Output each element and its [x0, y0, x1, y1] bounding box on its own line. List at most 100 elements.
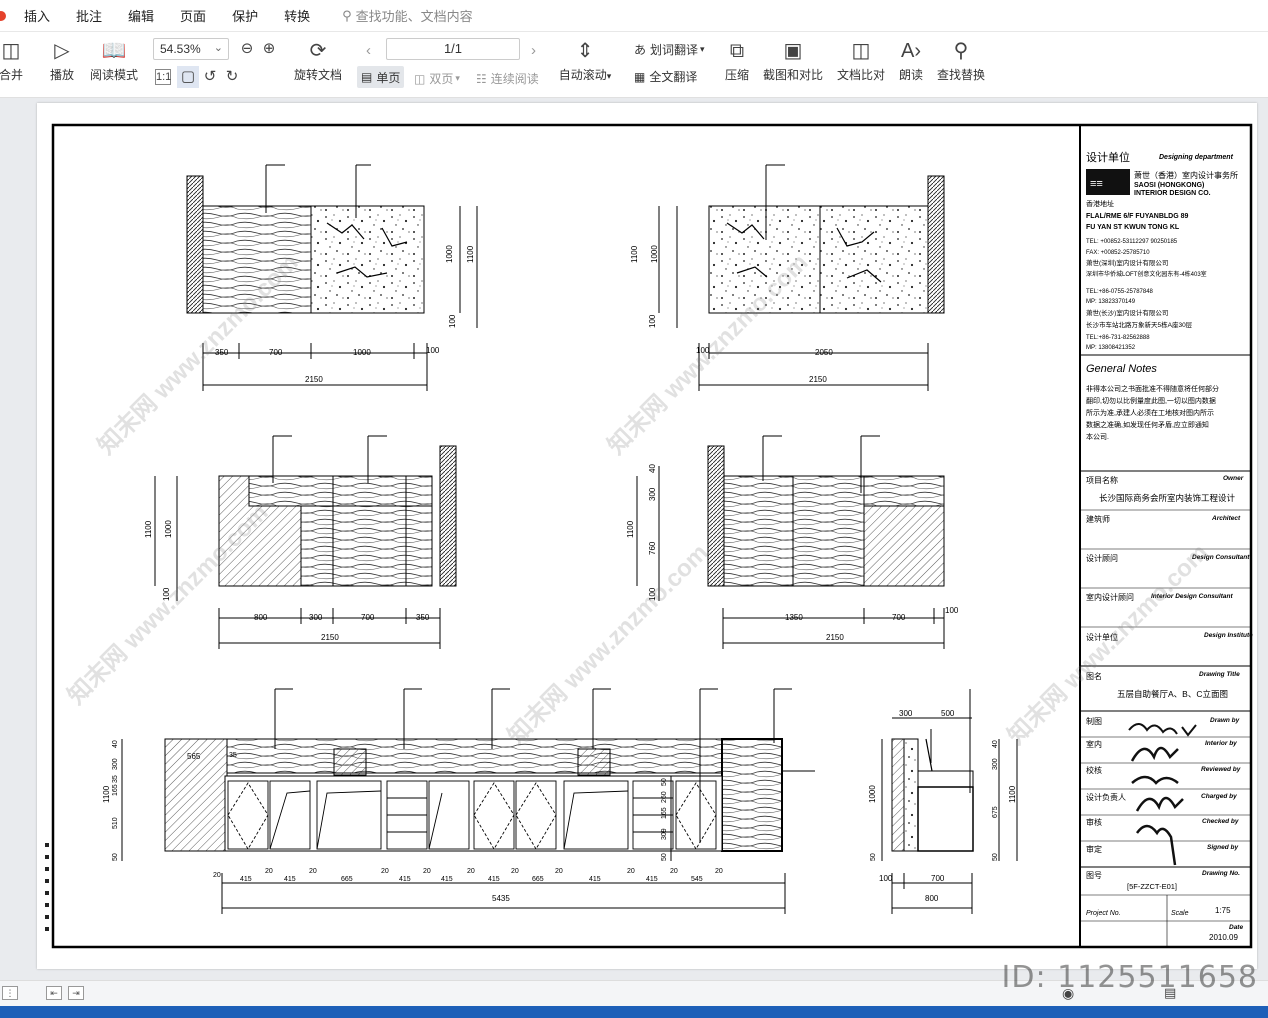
view-controls: 1:1 ▢ ↺ ↻ — [155, 66, 243, 88]
compress-button[interactable]: ⧉ 压缩 — [722, 38, 752, 83]
full-translate-icon: ▦ — [634, 69, 646, 84]
tb-reviewed-label: 校核 — [1086, 765, 1102, 775]
dim-label: 165 — [112, 784, 119, 796]
dim-label: 40 — [112, 740, 119, 748]
rotate-doc-icon: ⟳ — [309, 40, 327, 62]
continuous-button[interactable]: ☷ 连续阅读 — [476, 70, 539, 87]
zoom-controls: ⊖ ⊕ — [236, 38, 280, 60]
elevation-bottom-side: 300 500 1000 50 40 300 675 1100 50 100 7… — [868, 689, 1018, 914]
doc-compare-button[interactable]: ◫ 文档比对 — [835, 38, 887, 83]
document-workspace[interactable]: 1000 1100 100 350 700 1000 100 2150 1100… — [0, 98, 1268, 980]
menu-page[interactable]: 页面 — [180, 6, 206, 25]
dim-label: 415 — [441, 876, 453, 883]
cad-drawing: 1000 1100 100 350 700 1000 100 2150 1100… — [45, 123, 1253, 949]
tb-drawing-title: 五层自助餐厅A、B、C立面图 — [1117, 689, 1228, 699]
full-translate-button[interactable]: ▦ 全文翻译 — [634, 68, 697, 85]
screenshot-icon: ▣ — [783, 40, 803, 62]
rotate-doc-button[interactable]: ⟳ 旋转文档 — [292, 38, 344, 83]
dim-label: 20 — [511, 868, 519, 875]
dim-label: 260 — [661, 791, 668, 803]
signature-charged — [1135, 796, 1184, 812]
rotate-right-icon[interactable]: ↻ — [221, 66, 243, 88]
first-page-icon[interactable]: ⇤ — [46, 986, 62, 1000]
merge-button[interactable]: ◫ 合并 — [0, 38, 28, 83]
chevron-down-icon: ▾ — [455, 73, 460, 83]
read-aloud-button[interactable]: A› 朗读 — [896, 38, 926, 83]
double-page-button[interactable]: ◫ 双页 ▾ — [414, 70, 460, 87]
fit-page-icon[interactable]: ▢ — [177, 66, 199, 88]
tb-firm-en2: INTERIOR DESIGN CO. — [1134, 190, 1211, 197]
menu-annotate[interactable]: 批注 — [76, 6, 102, 25]
single-page-label: 单页 — [376, 70, 401, 85]
title-block: 设计单位 Designing department ≡≡ 萧世（香港）室内设计事… — [1080, 150, 1253, 947]
zoom-select[interactable]: 54.53% ⌄ — [153, 38, 229, 60]
compress-label: 压缩 — [724, 68, 749, 82]
dim-label: 35 — [112, 775, 119, 783]
document-page: 1000 1100 100 350 700 1000 100 2150 1100… — [37, 103, 1257, 969]
dim-label: 20 — [467, 868, 475, 875]
tb-design-unit: 设计单位 — [1086, 150, 1130, 164]
find-replace-button[interactable]: ⚲ 查找替换 — [935, 38, 987, 83]
single-page-button[interactable]: ▤ 单页 — [357, 66, 405, 88]
dim-label: 1000 — [868, 785, 877, 803]
tb-date: 2010.09 — [1209, 933, 1238, 942]
id-watermark: ID: 1125511658 — [1001, 960, 1258, 995]
full-translate-label: 全文翻译 — [649, 70, 698, 84]
dim-label: 100 — [879, 874, 893, 883]
menu-insert[interactable]: 插入 — [24, 6, 50, 25]
zoom-in-icon[interactable]: ⊕ — [258, 38, 280, 60]
tb-addr2: FU YAN ST KWUN TONG KL — [1086, 224, 1180, 231]
dim-label: 50 — [661, 778, 668, 786]
dim-label: 50 — [992, 853, 999, 861]
dim-label: 500 — [941, 709, 955, 718]
actual-size-icon[interactable]: 1:1 — [155, 69, 171, 85]
dim-label: 35 — [229, 752, 237, 759]
tb-signed-en: Signed by — [1207, 844, 1238, 851]
menu-protect[interactable]: 保护 — [232, 6, 258, 25]
search-box[interactable]: ⚲ 查找功能、文档内容 — [342, 6, 473, 25]
find-replace-label: 查找替换 — [936, 68, 985, 82]
rotate-left-icon[interactable]: ↺ — [199, 66, 221, 88]
dim-label: 350 — [416, 613, 430, 622]
screenshot-compare-label: 截图和对比 — [762, 68, 823, 82]
dim-label: 300 — [899, 709, 913, 718]
nav-icon[interactable]: ⋮ — [2, 986, 18, 1000]
dim-label: 510 — [112, 817, 119, 829]
read-mode-button[interactable]: 📖 阅读模式 — [88, 38, 140, 83]
last-page-icon[interactable]: ⇥ — [68, 986, 84, 1000]
tb-institute-en: Design Institute — [1204, 632, 1253, 639]
dim-label: 1000 — [445, 245, 454, 263]
search-placeholder: 查找功能、文档内容 — [355, 9, 473, 24]
dim-label: 415 — [589, 876, 601, 883]
continuous-icon: ☷ — [476, 71, 487, 86]
next-page-icon[interactable]: › — [531, 42, 536, 59]
tb-date-en: Date — [1229, 924, 1243, 931]
menu-edit[interactable]: 编辑 — [128, 6, 154, 25]
menu-convert[interactable]: 转换 — [284, 6, 310, 25]
chevron-down-icon: ⌄ — [213, 42, 223, 54]
dim-label: 165 — [661, 807, 668, 819]
dim-total: 5435 — [492, 894, 510, 903]
dim-label: 1350 — [785, 613, 803, 622]
dim-label: 20 — [627, 868, 635, 875]
auto-scroll-button[interactable]: ⇕ 自动滚动▾ — [555, 38, 615, 83]
menu-bar: 插入 批注 编辑 页面 保护 转换 ⚲ 查找功能、文档内容 — [0, 0, 1268, 32]
tb-architect-label: 建筑师 — [1086, 514, 1110, 524]
dim-label: 665 — [341, 876, 353, 883]
zoom-out-icon[interactable]: ⊖ — [236, 38, 258, 60]
book-icon: 📖 — [101, 40, 127, 62]
word-translate-button[interactable]: あ 划词翻译 ▾ — [634, 41, 705, 58]
tb-project-name: 长沙国际商务会所室内装饰工程设计 — [1099, 493, 1236, 503]
tb-sz-firm: 萧世(深圳)室内设计有限公司 — [1086, 258, 1168, 267]
svg-text:知末网 www.znzmo.com: 知末网 www.znzmo.com — [603, 249, 814, 460]
page-number-input[interactable]: 1/1 — [386, 38, 520, 60]
dim-label: 415 — [240, 876, 252, 883]
tb-charged-label: 设计负责人 — [1086, 792, 1126, 802]
play-button[interactable]: ▷ 播放 — [45, 38, 79, 83]
dim-label: 100 — [426, 346, 440, 355]
chevron-down-icon: ▾ — [606, 71, 612, 81]
screenshot-compare-button[interactable]: ▣ 截图和对比 — [762, 38, 824, 83]
dim-label: 50 — [112, 853, 119, 861]
prev-page-icon[interactable]: ‹ — [366, 42, 371, 59]
dim-label: 665 — [532, 876, 544, 883]
